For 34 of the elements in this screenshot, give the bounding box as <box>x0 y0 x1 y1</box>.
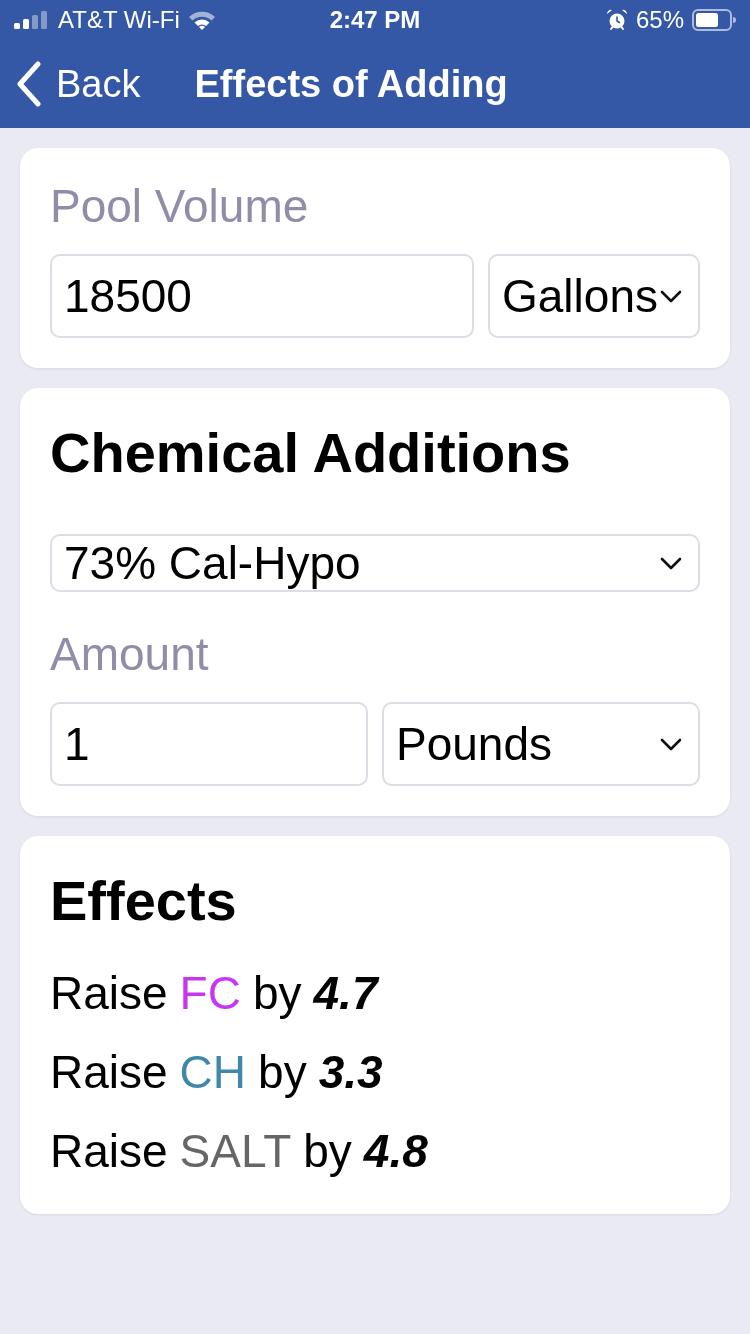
unit-select[interactable]: Pounds <box>382 702 700 786</box>
wifi-icon <box>187 10 216 30</box>
effect-verb: Raise <box>50 966 168 1021</box>
signal-icon <box>14 11 50 29</box>
unit-select[interactable]: Gallons <box>488 254 700 338</box>
parameter-name: FC <box>179 966 241 1021</box>
amount-input[interactable]: 1 <box>50 702 368 786</box>
effect-preposition: by <box>252 966 302 1021</box>
effect-preposition: by <box>258 1045 307 1100</box>
status-time: 2:47 PM <box>329 6 421 34</box>
section-title: Effects <box>50 868 238 934</box>
chevron-down-icon <box>660 737 682 751</box>
screen-title: Effects of Adding <box>194 62 508 106</box>
effect-value: 3.3 <box>318 1045 383 1100</box>
parameter-name: SALT <box>179 1124 292 1179</box>
back-button[interactable]: Back <box>16 61 141 107</box>
chevron-down-icon <box>660 289 682 303</box>
chevron-down-icon <box>660 556 682 570</box>
effect-verb: Raise <box>50 1124 168 1179</box>
parameter-name: CH <box>179 1045 247 1100</box>
volume-input[interactable]: 18500 <box>50 254 474 338</box>
effect-value: 4.8 <box>363 1124 428 1179</box>
carrier-label: AT&T Wi-Fi <box>58 6 180 34</box>
effect-preposition: by <box>303 1124 352 1179</box>
field-label: Amount <box>50 627 210 682</box>
chemical-select[interactable]: 73% Cal-Hypo <box>50 534 700 592</box>
section-title: Chemical Additions <box>50 420 572 486</box>
battery-icon <box>692 9 736 31</box>
alarm-clock-icon <box>605 9 628 31</box>
effect-verb: Raise <box>50 1045 168 1100</box>
battery-percent: 65% <box>635 6 684 34</box>
effect-value: 4.7 <box>313 966 378 1021</box>
field-label: Pool Volume <box>50 179 310 234</box>
back-chevron-icon <box>16 61 42 107</box>
